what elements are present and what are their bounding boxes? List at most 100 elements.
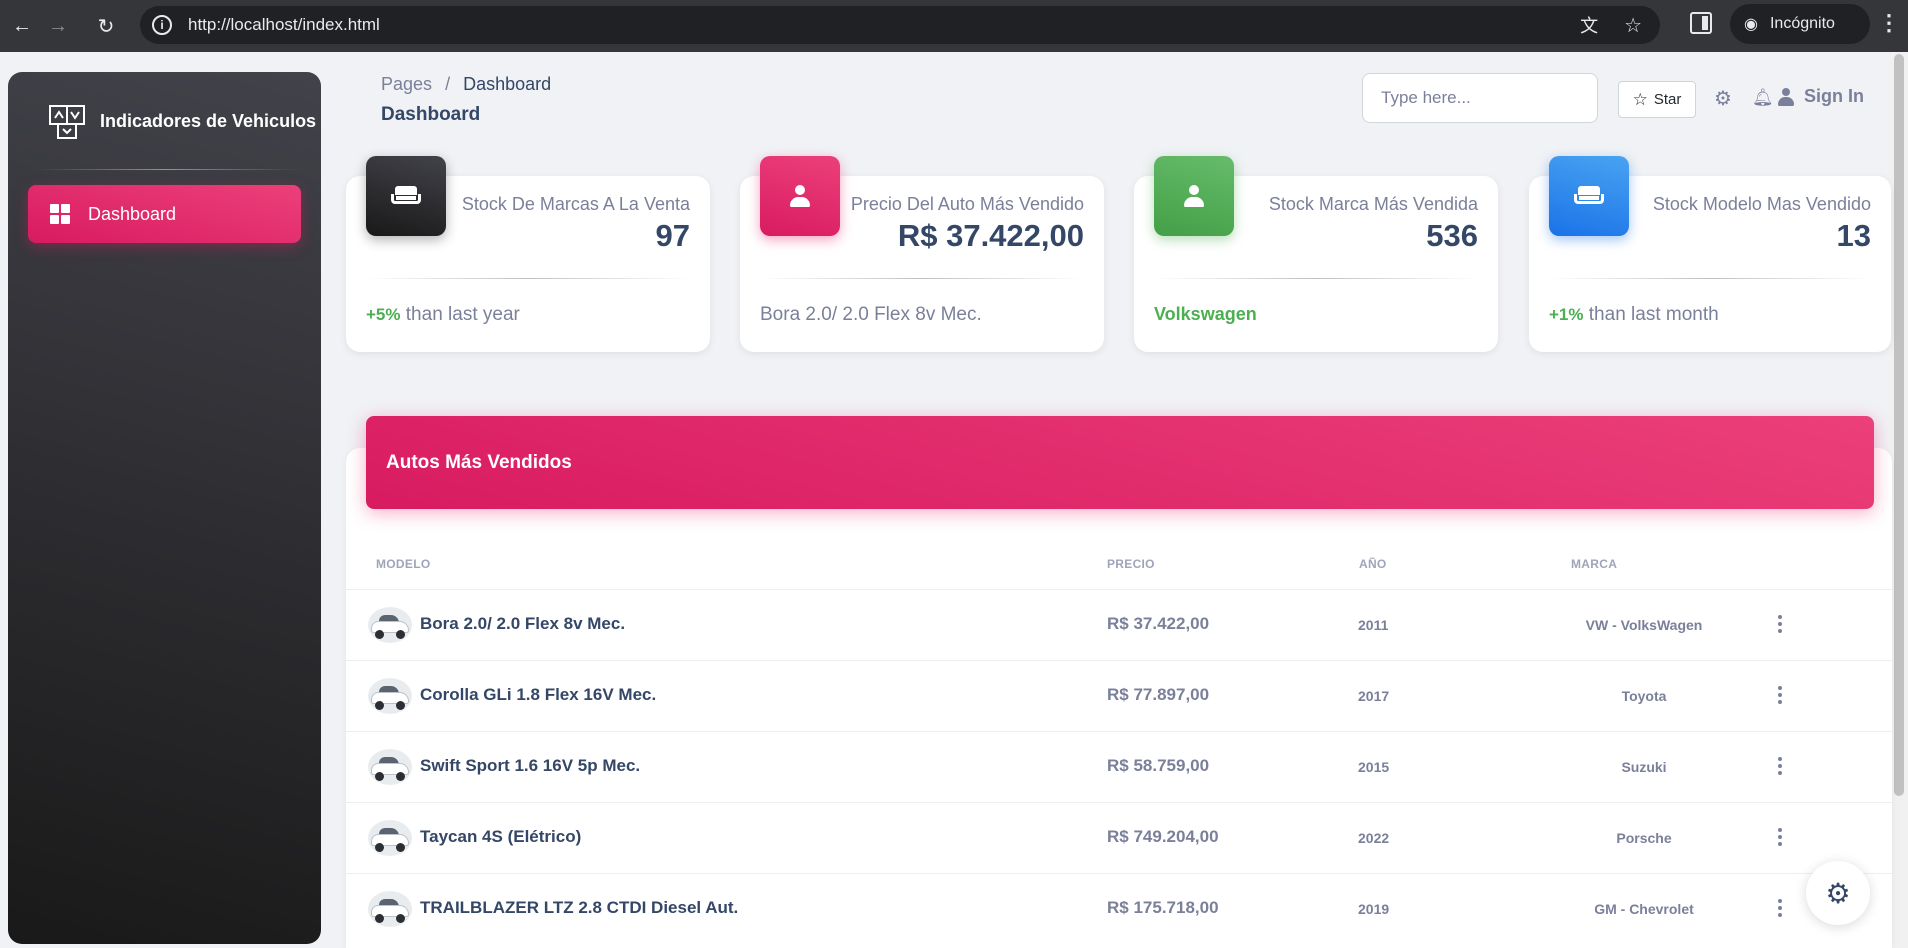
row-brand: VW - VolksWagen [1585, 617, 1703, 633]
stat-card-title: Stock De Marcas A La Venta [461, 194, 690, 214]
incognito-label: Incógnito [1769, 15, 1835, 32]
row-price: R$ 58.759,00 [1107, 756, 1210, 775]
stat-card-footer-text: Volkswagen [1154, 304, 1257, 324]
car-thumbnail [368, 820, 412, 856]
page-scrollbar[interactable] [1890, 52, 1908, 948]
sidebar-divider [36, 169, 298, 170]
browser-toolbar: ← → ↻ i http://localhost/index.html 文 ☆ … [0, 0, 1908, 52]
car-thumbnail [368, 891, 412, 927]
dashboard-icon [50, 204, 70, 224]
stat-card-footer-text: than last year [400, 304, 520, 325]
table-title: Autos Más Vendidos [386, 451, 572, 473]
car-thumbnail [368, 678, 412, 714]
breadcrumb-current: Dashboard [463, 74, 552, 94]
breadcrumb-parent[interactable]: Pages [381, 74, 432, 94]
address-bar[interactable]: i http://localhost/index.html 文 ☆ [140, 6, 1660, 44]
stat-card-change: +5% [366, 305, 401, 324]
star-icon: ☆ [1632, 89, 1648, 109]
table-row[interactable]: Corolla GLi 1.8 Flex 16V Mec. R$ 77.897,… [346, 661, 1892, 732]
stat-card-brands-stock: Stock De Marcas A La Venta 97 +5% than l… [346, 156, 710, 352]
gear-icon[interactable]: ⚙ [1714, 86, 1732, 111]
stat-card-value: R$ 37.422,00 [897, 218, 1084, 253]
more-vert-icon[interactable] [1770, 896, 1790, 920]
more-vert-icon[interactable] [1770, 825, 1790, 849]
sofa-icon [1549, 156, 1629, 236]
car-thumbnail [368, 607, 412, 643]
row-model: TRAILBLAZER LTZ 2.8 CTDI Diesel Aut. [420, 898, 739, 917]
row-model: Taycan 4S (Elétrico) [420, 827, 582, 846]
card-divider [760, 278, 1084, 279]
row-year: 2022 [1358, 830, 1390, 846]
sidebar: Indicadores de Vehiculos Dashboard [8, 72, 321, 944]
forward-arrow-icon[interactable]: → [36, 4, 80, 48]
row-brand: GM - Chevrolet [1594, 901, 1694, 917]
person-icon [1154, 156, 1234, 236]
user-icon [1778, 87, 1794, 106]
sign-in-label: Sign In [1804, 86, 1864, 106]
row-model: Corolla GLi 1.8 Flex 16V Mec. [420, 685, 657, 704]
row-year: 2015 [1358, 759, 1390, 775]
breadcrumb-separator: / [445, 74, 451, 94]
stat-card-value: 13 [1836, 218, 1871, 253]
sidebar-brand[interactable]: Indicadores de Vehiculos [48, 102, 316, 140]
brand-logo-icon [49, 105, 85, 139]
stat-card-title: Stock Modelo Mas Vendido [1652, 194, 1871, 214]
stat-card-top-brand: Stock Marca Más Vendida 536 Volkswagen [1134, 156, 1498, 352]
site-info-icon[interactable]: i [152, 15, 172, 35]
brand-name: Indicadores de Vehiculos [100, 110, 317, 131]
sidebar-item-dashboard[interactable]: Dashboard [28, 185, 301, 243]
stat-card-top-price: Precio Del Auto Más Vendido R$ 37.422,00… [740, 156, 1104, 352]
column-header-ano[interactable]: AÑO [1359, 557, 1387, 571]
table-row[interactable]: Taycan 4S (Elétrico) R$ 749.204,00 2022 … [346, 803, 1892, 874]
sign-in-link[interactable]: Sign In [1778, 86, 1864, 107]
row-price: R$ 37.422,00 [1107, 614, 1210, 633]
bell-icon[interactable]: 🔔︎ [1752, 88, 1774, 108]
search-input[interactable] [1362, 73, 1598, 123]
browser-menu-icon[interactable]: ⋮ [1878, 10, 1900, 36]
row-price: R$ 77.897,00 [1107, 685, 1210, 704]
row-brand: Porsche [1616, 830, 1672, 846]
more-vert-icon[interactable] [1770, 754, 1790, 778]
breadcrumb: Pages / Dashboard [381, 74, 551, 95]
translate-icon[interactable]: 文 [1580, 12, 1598, 38]
stat-card-footer-text: Bora 2.0/ 2.0 Flex 8v Mec. [760, 304, 982, 325]
row-year: 2019 [1358, 901, 1390, 917]
row-price: R$ 749.204,00 [1107, 827, 1219, 846]
page-title: Dashboard [381, 104, 481, 125]
incognito-indicator[interactable]: ◉ Incógnito [1730, 4, 1870, 44]
scrollbar-thumb[interactable] [1894, 54, 1904, 796]
card-divider [366, 278, 690, 279]
stat-card-footer-text: than last month [1583, 304, 1719, 325]
row-model: Bora 2.0/ 2.0 Flex 8v Mec. [420, 614, 626, 633]
address-url[interactable]: http://localhost/index.html [188, 15, 380, 35]
more-vert-icon[interactable] [1770, 612, 1790, 636]
row-year: 2011 [1358, 617, 1389, 633]
reload-icon[interactable]: ↻ [84, 4, 128, 48]
card-divider [1549, 278, 1871, 279]
sidebar-item-label: Dashboard [88, 203, 177, 224]
stat-card-title: Stock Marca Más Vendida [1268, 194, 1478, 214]
sofa-icon [366, 156, 446, 236]
card-divider [1154, 278, 1478, 279]
column-header-modelo[interactable]: MODELO [376, 557, 430, 571]
side-panel-icon[interactable] [1690, 12, 1712, 34]
row-year: 2017 [1358, 688, 1390, 704]
table-row[interactable]: Bora 2.0/ 2.0 Flex 8v Mec. R$ 37.422,00 … [346, 590, 1892, 661]
stat-card-value: 97 [655, 218, 690, 253]
car-thumbnail [368, 749, 412, 785]
person-icon [760, 156, 840, 236]
configurator-gear-button[interactable]: ⚙ [1806, 861, 1870, 925]
bookmark-star-icon[interactable]: ☆ [1624, 13, 1642, 38]
github-star-button[interactable]: ☆ Star [1618, 81, 1696, 118]
stat-card-footer: +5% than last year [366, 304, 520, 326]
more-vert-icon[interactable] [1770, 683, 1790, 707]
incognito-icon: ◉ [1744, 16, 1758, 33]
table-row[interactable]: TRAILBLAZER LTZ 2.8 CTDI Diesel Aut. R$ … [346, 874, 1892, 945]
row-brand: Suzuki [1621, 759, 1667, 775]
column-header-marca[interactable]: MARCA [1571, 557, 1617, 571]
stat-card-top-model: Stock Modelo Mas Vendido 13 +1% than las… [1529, 156, 1891, 352]
table-row[interactable]: Swift Sport 1.6 16V 5p Mec. R$ 58.759,00… [346, 732, 1892, 803]
row-brand: Toyota [1621, 688, 1667, 704]
column-header-precio[interactable]: PRECIO [1107, 557, 1155, 571]
row-price: R$ 175.718,00 [1107, 898, 1219, 917]
